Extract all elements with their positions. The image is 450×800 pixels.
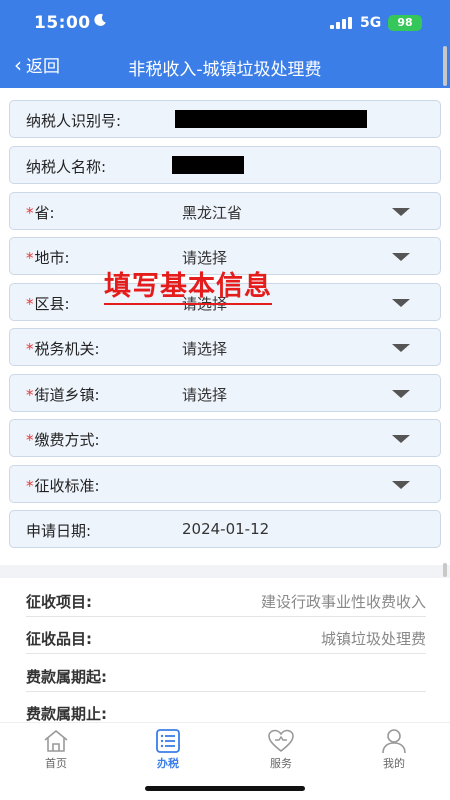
- province-select[interactable]: *省: 黑龙江省: [9, 192, 441, 230]
- period-end-label: 费款属期止:: [26, 705, 107, 723]
- tab-home-label: 首页: [45, 757, 67, 770]
- moon-icon: [94, 13, 106, 26]
- levy-standard-select[interactable]: *征收标准:: [9, 465, 441, 503]
- tab-mine[interactable]: 我的: [354, 728, 434, 771]
- required-mark: *: [26, 386, 34, 404]
- page-title: 非税收入-城镇垃圾处理费: [128, 60, 322, 80]
- street-select[interactable]: *街道乡镇: 请选择: [9, 374, 441, 412]
- tab-service-label: 服务: [270, 757, 292, 770]
- status-bar: 15:00 5G 98: [0, 0, 450, 46]
- city-select[interactable]: *地市: 请选择: [9, 237, 441, 275]
- caret-down-icon: [392, 344, 410, 352]
- taxpayer-id-field[interactable]: 纳税人识别号:: [9, 100, 441, 138]
- basic-info-form: 纳税人识别号: 纳税人名称: *省: 黑龙江省 *地市: 请选择 *区县: 请选…: [0, 88, 450, 565]
- required-mark: *: [26, 249, 34, 267]
- tab-tax[interactable]: 办税: [128, 728, 208, 771]
- street-value: 请选择: [182, 386, 228, 404]
- taxpayer-name-label: 纳税人名称:: [26, 158, 107, 176]
- province-label: *省:: [26, 204, 55, 222]
- caret-down-icon: [392, 253, 410, 261]
- required-mark: *: [26, 340, 34, 358]
- scrollbar[interactable]: [443, 46, 447, 86]
- required-mark: *: [26, 431, 34, 449]
- tax-office-select[interactable]: *税务机关: 请选择: [9, 328, 441, 366]
- caret-down-icon: [392, 481, 410, 489]
- caret-down-icon: [392, 390, 410, 398]
- levy-subitem-value: 城镇垃圾处理费: [320, 630, 426, 648]
- required-mark: *: [26, 295, 34, 313]
- battery-level: 98: [397, 16, 413, 29]
- heart-icon: [268, 729, 294, 753]
- fee-info-section: 征收项目: 建设行政事业性收费收入 征收品目: 城镇垃圾处理费 费款属期起: 费…: [0, 578, 450, 728]
- battery-icon: 98: [388, 15, 422, 31]
- home-indicator[interactable]: [145, 786, 305, 791]
- caret-down-icon: [392, 299, 410, 307]
- taxpayer-name-field[interactable]: 纳税人名称:: [9, 146, 441, 184]
- levy-subitem-row: 征收品目: 城镇垃圾处理费: [26, 617, 426, 654]
- caret-down-icon: [392, 208, 410, 216]
- province-value: 黑龙江省: [182, 204, 243, 222]
- list-icon: [156, 729, 180, 753]
- redacted-taxpayer-name: [172, 156, 244, 174]
- levy-standard-label: *征收标准:: [26, 477, 100, 495]
- required-mark: *: [26, 477, 34, 495]
- tax-office-value: 请选择: [182, 340, 228, 358]
- tax-office-label: *税务机关:: [26, 340, 100, 358]
- apply-date-field[interactable]: 申请日期: 2024-01-12: [9, 510, 441, 548]
- home-icon: [44, 730, 68, 752]
- apply-date-value: 2024-01-12: [182, 520, 270, 538]
- tab-home[interactable]: 首页: [16, 728, 96, 771]
- network-type: 5G: [360, 15, 382, 31]
- levy-item-row: 征收项目: 建设行政事业性收费收入: [26, 580, 426, 617]
- payment-method-select[interactable]: *缴费方式:: [9, 419, 441, 457]
- county-label: *区县:: [26, 295, 70, 313]
- period-start-label: 费款属期起:: [26, 668, 107, 686]
- redacted-taxpayer-id: [175, 110, 367, 128]
- payment-method-label: *缴费方式:: [26, 431, 100, 449]
- person-icon: [382, 729, 406, 754]
- annotation-text: 填写基本信息: [104, 272, 272, 305]
- city-value: 请选择: [182, 249, 228, 267]
- tab-tax-label: 办税: [157, 757, 179, 770]
- status-time: 15:00: [34, 13, 91, 33]
- levy-item-value: 建设行政事业性收费收入: [260, 593, 426, 611]
- taxpayer-id-label: 纳税人识别号:: [26, 112, 122, 130]
- header: 15:00 5G 98 ‹ 返回 非税收入-城镇垃圾处理费: [0, 0, 450, 88]
- tab-mine-label: 我的: [383, 757, 405, 770]
- tab-service[interactable]: 服务: [241, 728, 321, 771]
- street-label: *街道乡镇:: [26, 386, 100, 404]
- scrollbar-lower[interactable]: [443, 563, 447, 577]
- levy-subitem-label: 征收品目:: [26, 630, 92, 648]
- apply-date-label: 申请日期:: [26, 522, 92, 540]
- caret-down-icon: [392, 435, 410, 443]
- signal-icon: [330, 17, 352, 29]
- period-start-row[interactable]: 费款属期起:: [26, 655, 426, 692]
- levy-item-label: 征收项目:: [26, 593, 92, 611]
- required-mark: *: [26, 204, 34, 222]
- city-label: *地市:: [26, 249, 70, 267]
- nav-bar: ‹ 返回 非税收入-城镇垃圾处理费: [0, 46, 450, 86]
